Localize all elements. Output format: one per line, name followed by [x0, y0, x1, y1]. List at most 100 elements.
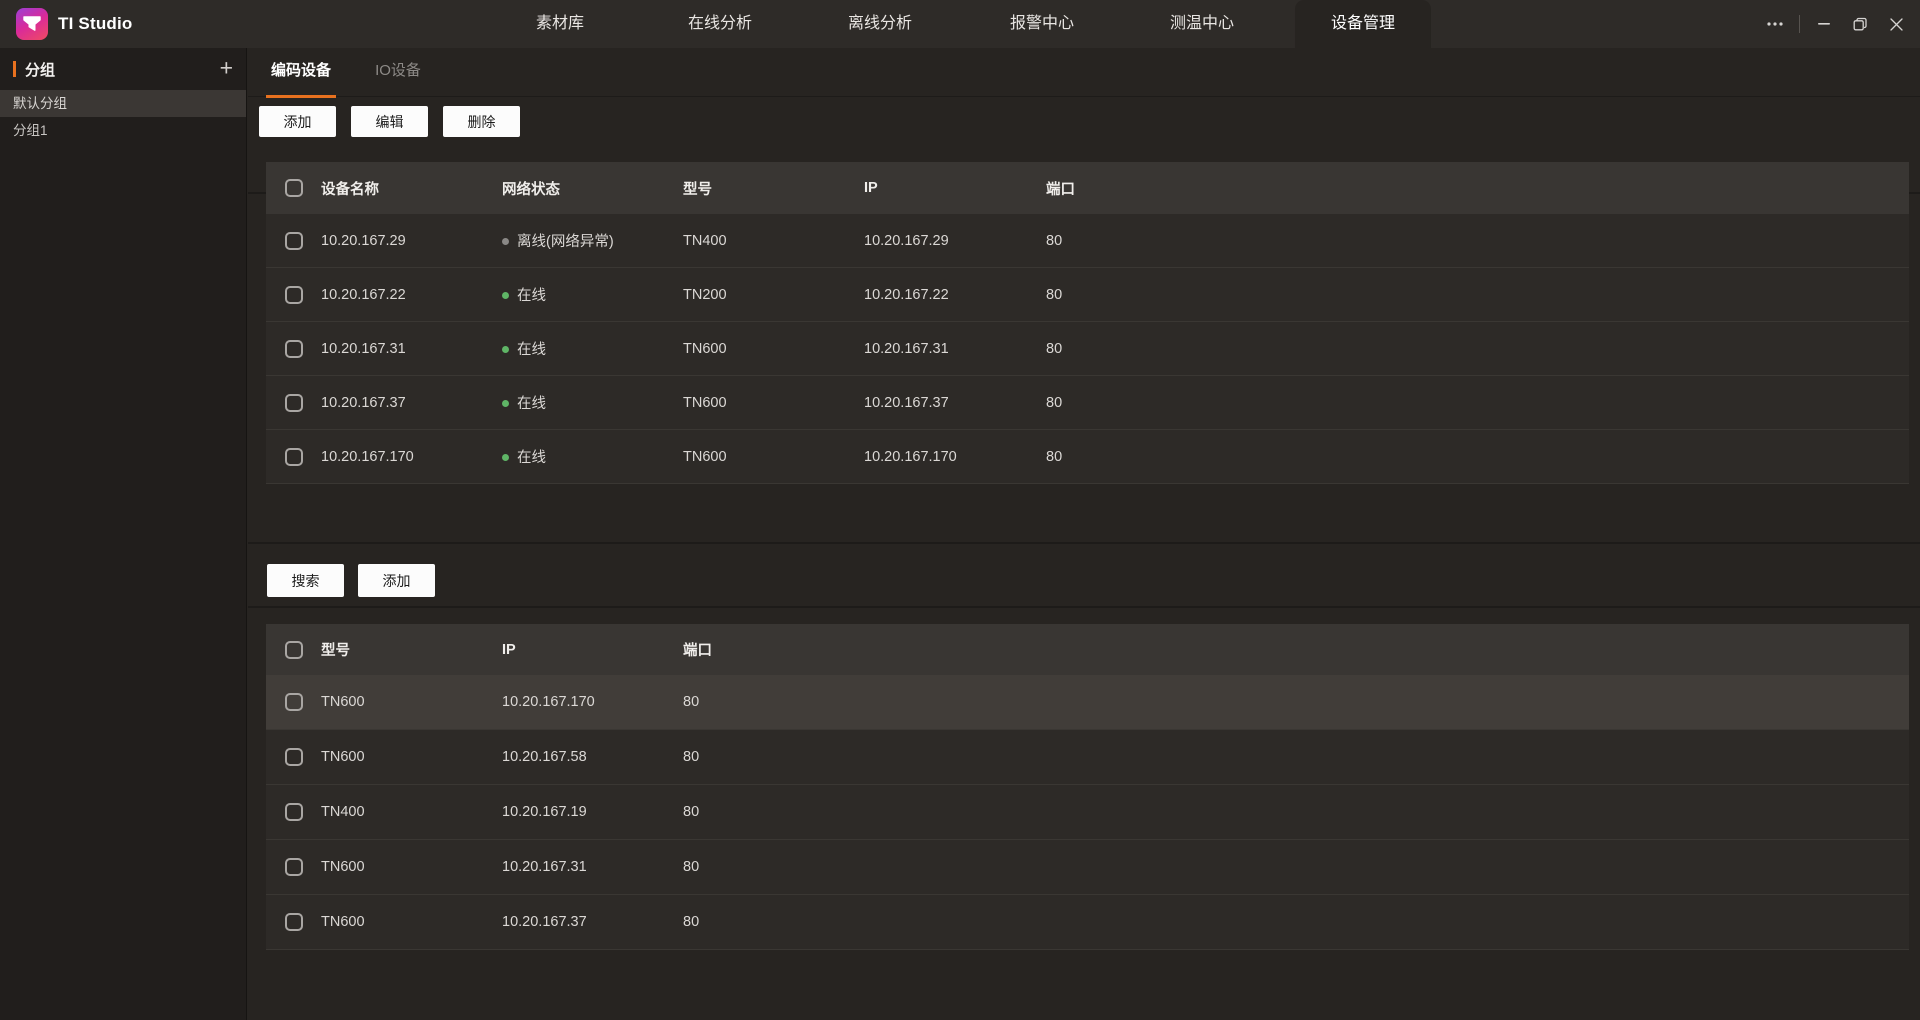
ip-cell: 10.20.167.29	[864, 232, 949, 249]
table-row[interactable]: 10.20.167.170 在线 TN600 10.20.167.170 80	[266, 430, 1909, 484]
ip-cell: 10.20.167.37	[502, 914, 587, 930]
port-cell: 80	[1046, 448, 1063, 465]
checkbox[interactable]	[285, 285, 303, 304]
model-cell: TN600	[321, 749, 365, 765]
checkbox[interactable]	[285, 640, 303, 659]
row-checkbox[interactable]	[266, 285, 321, 304]
table-row[interactable]: 10.20.167.22 在线 TN200 10.20.167.22 80	[266, 268, 1909, 322]
row-checkbox[interactable]	[266, 803, 321, 821]
table-row[interactable]: TN600 10.20.167.170 80	[266, 675, 1909, 730]
add-found-device-button[interactable]: 添加	[358, 564, 435, 597]
table-row[interactable]: 10.20.167.29 离线(网络异常) TN400 10.20.167.29 80	[266, 214, 1909, 268]
checkbox[interactable]	[285, 693, 303, 711]
group-item-1[interactable]: 默认分组	[0, 90, 246, 117]
delete-device-button[interactable]: 删除	[443, 106, 520, 137]
group-accent-bar	[13, 61, 16, 77]
nav-tab-5[interactable]: 测温中心	[1134, 0, 1270, 48]
table-row[interactable]: TN600 10.20.167.58 80	[266, 730, 1909, 785]
window-controls	[1757, 0, 1914, 48]
row-checkbox[interactable]	[266, 913, 321, 931]
port-cell: 80	[1046, 394, 1063, 411]
tab-coded-devices[interactable]: 编码设备	[266, 48, 336, 98]
network-status-cell: 离线(网络异常)	[502, 230, 683, 251]
table-header: 设备名称 网络状态 型号 IP 端口	[266, 162, 1909, 214]
port-cell: 80	[683, 694, 700, 710]
checkbox[interactable]	[285, 748, 303, 766]
device-name-cell: 10.20.167.29	[321, 232, 406, 249]
nav-tab-2[interactable]: 在线分析	[652, 0, 788, 48]
device-type-tabstrip: 编码设备 IO设备	[248, 48, 1920, 98]
row-checkbox[interactable]	[266, 339, 321, 358]
checkbox[interactable]	[285, 858, 303, 876]
add-group-button[interactable]: +	[220, 56, 233, 80]
table-row[interactable]: 10.20.167.31 在线 TN600 10.20.167.31 80	[266, 322, 1909, 376]
edit-device-button[interactable]: 编辑	[351, 106, 428, 137]
add-device-button[interactable]: 添加	[259, 106, 336, 137]
nav-tab-4[interactable]: 报警中心	[974, 0, 1110, 48]
row-checkbox[interactable]	[266, 393, 321, 412]
model-cell: TN600	[321, 914, 365, 930]
select-all-checkbox[interactable]	[266, 640, 321, 659]
ip-cell: 10.20.167.170	[864, 448, 957, 465]
row-checkbox[interactable]	[266, 447, 321, 466]
table-row[interactable]: 10.20.167.37 在线 TN600 10.20.167.37 80	[266, 376, 1909, 430]
row-checkbox[interactable]	[266, 693, 321, 711]
column-header: 端口	[1046, 181, 1075, 198]
port-cell: 80	[683, 804, 700, 820]
nav-tab-6[interactable]: 设备管理	[1294, 0, 1432, 48]
checkbox[interactable]	[285, 913, 303, 931]
minimize-button[interactable]	[1806, 0, 1842, 48]
checkbox[interactable]	[285, 447, 303, 466]
nav-tab-3[interactable]: 离线分析	[812, 0, 948, 48]
group-sidebar: 分组 + 默认分组 分组1	[0, 48, 247, 1020]
group-item-2[interactable]: 分组1	[0, 117, 246, 144]
network-status-cell: 在线	[502, 446, 683, 467]
checkbox[interactable]	[285, 231, 303, 250]
device-name-cell: 10.20.167.31	[321, 340, 406, 357]
model-cell: TN600	[321, 694, 365, 710]
column-header: IP	[864, 180, 878, 196]
column-header: 端口	[683, 643, 712, 659]
divider	[248, 606, 1920, 608]
table-row[interactable]: TN600 10.20.167.37 80	[266, 895, 1909, 950]
tab-io-devices[interactable]: IO设备	[370, 48, 426, 97]
select-all-checkbox[interactable]	[266, 179, 321, 197]
checkbox[interactable]	[285, 339, 303, 358]
model-cell: TN600	[683, 394, 727, 411]
checkbox[interactable]	[285, 393, 303, 412]
ip-cell: 10.20.167.37	[864, 394, 949, 411]
checkbox[interactable]	[285, 803, 303, 821]
panel-divider	[248, 542, 1920, 544]
port-cell: 80	[1046, 340, 1063, 357]
device-name-cell: 10.20.167.170	[321, 448, 414, 465]
table-row[interactable]: TN600 10.20.167.31 80	[266, 840, 1909, 895]
model-cell: TN600	[683, 448, 727, 465]
group-panel-header: 分组 +	[0, 48, 246, 90]
group-list: 默认分组 分组1	[0, 90, 246, 144]
port-cell: 80	[1046, 232, 1063, 249]
close-button[interactable]	[1878, 0, 1914, 48]
column-header: 网络状态	[502, 181, 560, 198]
app-logo-icon	[16, 8, 48, 40]
row-checkbox[interactable]	[266, 231, 321, 250]
ip-cell: 10.20.167.19	[502, 804, 587, 820]
row-checkbox[interactable]	[266, 858, 321, 876]
port-cell: 80	[683, 749, 700, 765]
column-header: 型号	[321, 643, 350, 659]
checkbox[interactable]	[285, 179, 303, 197]
maximize-button[interactable]	[1842, 0, 1878, 48]
column-header: 型号	[683, 181, 712, 198]
row-checkbox[interactable]	[266, 748, 321, 766]
port-cell: 80	[683, 859, 700, 875]
online-status-icon	[502, 292, 509, 299]
device-management-page: 编码设备 IO设备 添加 编辑 删除 设备名称 网络状态 型号 IP 端口 10.20.1…	[248, 48, 1920, 1020]
model-cell: TN200	[683, 286, 727, 303]
titlebar: TI Studio 素材库 在线分析 离线分析 报警中心 测温中心 设备管理	[0, 0, 1920, 48]
nav-tab-1[interactable]: 素材库	[500, 0, 620, 48]
model-cell: TN600	[321, 859, 365, 875]
ip-cell: 10.20.167.31	[864, 340, 949, 357]
more-icon[interactable]	[1757, 0, 1793, 48]
online-status-icon	[502, 346, 509, 353]
table-row[interactable]: TN400 10.20.167.19 80	[266, 785, 1909, 840]
search-button[interactable]: 搜索	[267, 564, 344, 597]
